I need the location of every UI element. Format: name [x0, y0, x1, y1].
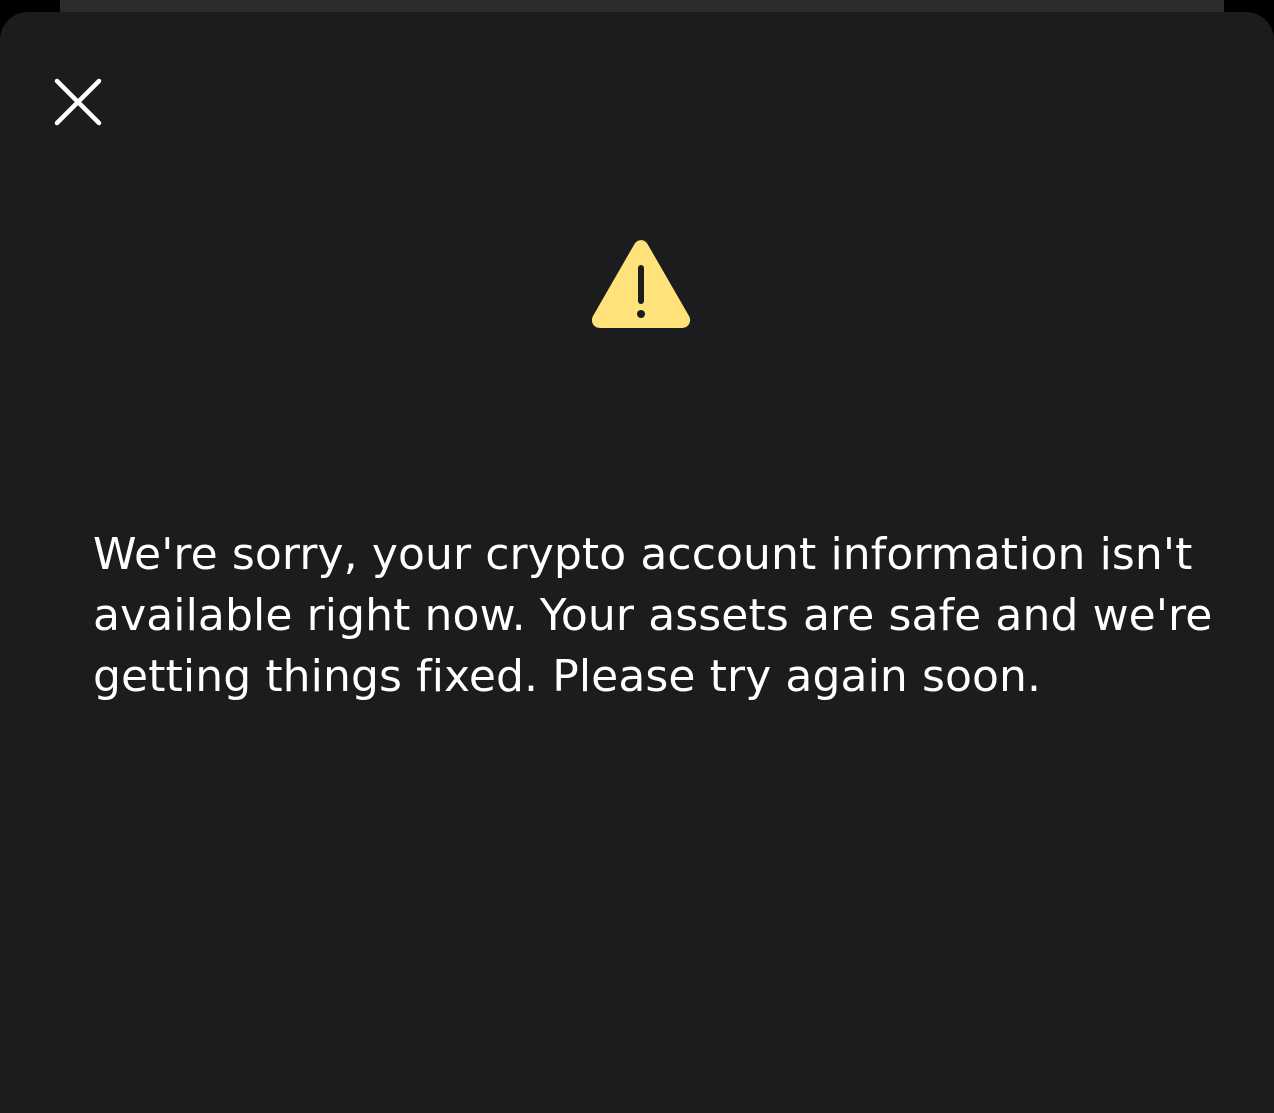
warning-triangle-icon — [591, 240, 691, 328]
close-icon — [54, 78, 102, 126]
error-sheet: We're sorry, your crypto account informa… — [0, 12, 1274, 1113]
error-message: We're sorry, your crypto account informa… — [93, 529, 1213, 702]
close-button[interactable] — [50, 74, 106, 130]
